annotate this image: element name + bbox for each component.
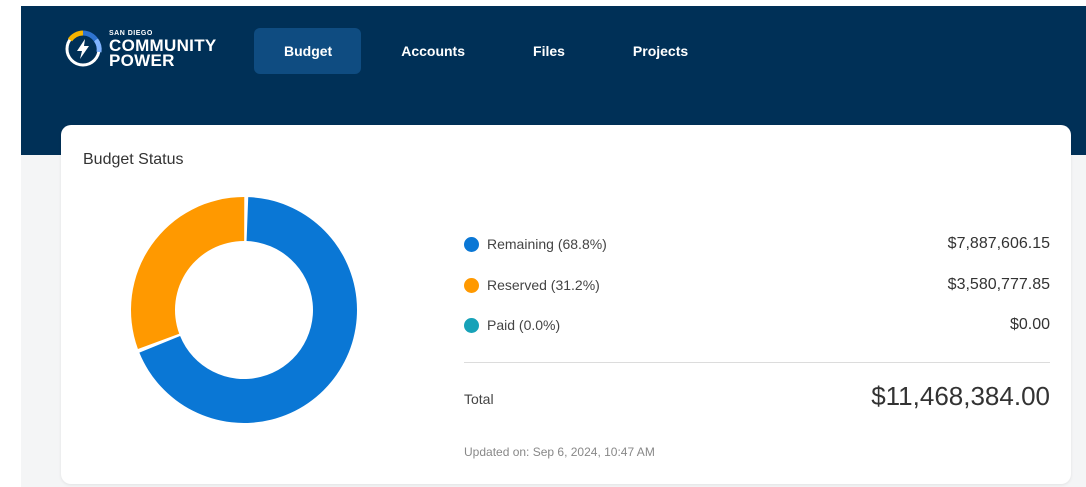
- legend-value-remaining: $7,887,606.15: [947, 235, 1050, 252]
- budget-status-card: Budget Status Remaining (68.8%) $7,887,6…: [61, 125, 1071, 484]
- main-nav: Budget Accounts Files Projects: [254, 28, 722, 74]
- brand-logo[interactable]: SAN DIEGO COMMUNITY POWER: [62, 26, 232, 72]
- card-title: Budget Status: [83, 151, 184, 168]
- paid-dot-icon: [464, 317, 479, 333]
- legend-row-remaining: Remaining (68.8%) $7,887,606.15: [464, 233, 1050, 255]
- total-label: Total: [464, 391, 494, 407]
- legend-value-reserved: $3,580,777.85: [947, 276, 1050, 293]
- brand-line-3: POWER: [109, 51, 175, 70]
- donut-slice-reserved: [130, 197, 245, 349]
- updated-timestamp: Updated on: Sep 6, 2024, 10:47 AM: [464, 445, 655, 459]
- power-logo-icon: [65, 30, 102, 67]
- legend-row-paid: Paid (0.0%) $0.00: [464, 314, 1050, 336]
- divider: [464, 362, 1050, 363]
- total-value: $11,468,384.00: [871, 381, 1050, 411]
- nav-projects[interactable]: Projects: [599, 28, 722, 74]
- reserved-dot-icon: [464, 277, 479, 293]
- legend-label-paid: Paid (0.0%): [487, 317, 561, 333]
- remaining-dot-icon: [464, 236, 479, 252]
- budget-donut-chart: [130, 197, 357, 423]
- legend-label-reserved: Reserved (31.2%): [487, 277, 600, 293]
- legend-value-paid: $0.00: [1009, 316, 1050, 333]
- legend-label-remaining: Remaining (68.8%): [487, 236, 607, 252]
- legend-row-reserved: Reserved (31.2%) $3,580,777.85: [464, 274, 1050, 296]
- nav-files[interactable]: Files: [499, 28, 599, 74]
- nav-accounts[interactable]: Accounts: [367, 28, 499, 74]
- nav-budget[interactable]: Budget: [254, 28, 362, 74]
